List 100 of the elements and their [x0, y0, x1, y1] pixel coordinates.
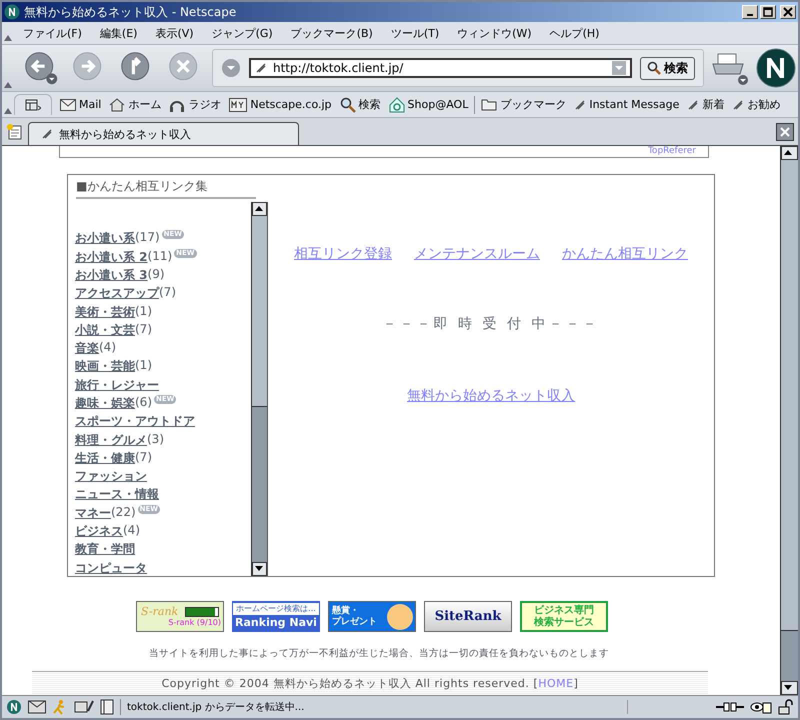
copyright-text: Copyright © 2004 無料から始めるネット収入 All rights reserved. [HOME] [162, 676, 578, 692]
menu-item[interactable]: ジャンプ(G) [202, 26, 282, 40]
category-link[interactable]: ビジネス [75, 523, 123, 540]
bookmark-link[interactable]: Mail [56, 98, 106, 111]
status-text: toktok.client.jp からデータを転送中... [127, 700, 628, 714]
bookmark-link[interactable]: 新着 [683, 97, 728, 112]
banner[interactable]: SiteRank [424, 601, 512, 632]
menu-item[interactable]: ツール(T) [382, 26, 448, 40]
bookmark-link[interactable]: ホーム [105, 97, 166, 112]
menu-item[interactable]: 編集(E) [90, 26, 146, 40]
browser-tab[interactable]: 無料から始めるネット収入 [28, 122, 299, 145]
address-field[interactable]: http://toktok.client.jp/ [249, 58, 632, 78]
category-link[interactable]: ファッション [75, 468, 147, 486]
netscape-logo-icon[interactable] [756, 48, 796, 88]
page-scrollbar[interactable] [780, 146, 798, 695]
collapse-grip-icon[interactable] [4, 108, 12, 114]
back-arrow-icon [23, 50, 59, 86]
close-button[interactable] [780, 5, 796, 19]
category-count: (9) [148, 266, 165, 281]
menu-item[interactable]: ブックマーク(B) [282, 26, 382, 40]
category-link[interactable]: スポーツ・アウトドア [75, 413, 195, 430]
category-link[interactable]: 教育・学問 [75, 541, 135, 558]
collapse-grip-icon[interactable] [4, 35, 12, 41]
new-tab-icon[interactable] [6, 122, 24, 140]
category-count: (7) [135, 450, 152, 464]
category-link[interactable]: お小遣い系 3 [75, 266, 148, 284]
category-count: (11) [148, 248, 172, 263]
my-badge-icon [229, 98, 248, 112]
referrer-link[interactable]: TopReferer [648, 146, 696, 158]
home-link[interactable]: HOME [538, 677, 574, 690]
banner[interactable]: ホームページ検索は... Ranking Navi [232, 601, 320, 632]
text-link[interactable]: 相互リンク登録 [294, 245, 392, 264]
site-link[interactable]: 無料から始めるネット収入 [407, 387, 575, 406]
category-count: (7) [159, 285, 176, 300]
envelope-icon [60, 98, 76, 110]
category-count: (22) [111, 504, 136, 519]
unlocked-padlock-icon [778, 699, 794, 715]
category-link[interactable]: ニュース・情報 [75, 486, 159, 504]
category-link[interactable]: マネー [75, 504, 111, 522]
minimize-button[interactable] [742, 5, 758, 19]
bookmark-link[interactable]: 検索 [336, 96, 385, 112]
shop-house-icon [388, 96, 405, 112]
privacy-eye-icon[interactable] [750, 700, 772, 714]
bookmark-link[interactable]: Shop@AOL [384, 96, 472, 112]
address-book-icon[interactable] [100, 699, 114, 715]
category-link[interactable]: コンピュータ [75, 560, 147, 576]
netscape-logo-icon [4, 4, 20, 20]
bookmark-link[interactable]: お勧め [728, 97, 784, 112]
menu-item[interactable]: ファイル(F) [14, 26, 91, 40]
close-tab-button[interactable] [776, 122, 794, 140]
bookmark-link[interactable]: ラジオ [165, 97, 226, 112]
mail-icon[interactable] [28, 700, 46, 714]
category-link[interactable]: 生活・健康 [75, 450, 135, 467]
category-link[interactable]: 料理・グルメ [75, 432, 147, 449]
sidebar-toggle-button[interactable] [14, 94, 52, 115]
bookmark-link[interactable]: Netscape.co.jp [225, 98, 336, 112]
maximize-button[interactable] [760, 5, 776, 19]
frame-scrollbar[interactable] [251, 202, 267, 576]
search-button[interactable]: 検索 [640, 56, 695, 80]
category-link[interactable]: 音楽 [75, 340, 99, 358]
category-count: (4) [123, 523, 140, 538]
category-link[interactable]: 趣味・娯楽 [75, 395, 135, 412]
dropdown-icon[interactable] [221, 58, 241, 78]
menu-item[interactable]: 表示(V) [146, 26, 203, 40]
close-icon [780, 126, 790, 136]
search-icon [340, 96, 356, 112]
text-link[interactable]: かんたん相互リンク [562, 245, 688, 264]
maximize-icon [763, 7, 773, 17]
menu-item[interactable]: ヘルプ(H) [540, 26, 608, 40]
category-link[interactable]: 旅行・レジャー [75, 376, 159, 394]
menu-item[interactable]: ウィンドウ(W) [448, 26, 541, 40]
bookmark-link[interactable]: ブックマーク [477, 97, 570, 112]
category-link[interactable]: 美術・芸術 [75, 304, 135, 321]
category-count: (7) [135, 322, 152, 336]
category-link[interactable]: 小説・文芸 [75, 322, 135, 339]
text-link[interactable]: メンテナンスルーム [414, 245, 540, 264]
collapse-grip-icon[interactable] [4, 82, 12, 88]
category-count: (4) [99, 340, 116, 354]
category-link[interactable]: お小遣い系 [75, 230, 135, 248]
bookmark-link[interactable]: Instant Message [570, 98, 684, 111]
banner[interactable]: S-rank S-rank (9/10) [136, 601, 224, 632]
connection-plug-icon [716, 701, 744, 713]
composer-icon[interactable] [74, 699, 94, 715]
search-icon [647, 61, 661, 75]
category-count: (6) [135, 395, 152, 409]
notice-text: －－－即 時 受 付 中－－－ [382, 315, 600, 334]
category-count: (1) [135, 358, 152, 372]
disclaimer-text: 当サイトを利用した事によって万が一不利益が生じた場合、当方は一切の責任を負わないものとします [149, 647, 609, 660]
category-link[interactable]: アクセスアップ [75, 285, 159, 302]
category-link[interactable]: 映画・芸能 [75, 358, 135, 376]
navigator-icon[interactable] [6, 699, 22, 715]
banner[interactable]: 懸賞・ プレゼント [328, 601, 416, 632]
category-link[interactable]: お小遣い系 2 [75, 248, 148, 266]
minimize-icon [747, 14, 753, 16]
folder-icon [481, 98, 498, 111]
house-icon [109, 98, 126, 112]
sidebar-icon [25, 98, 41, 112]
close-icon [783, 7, 793, 17]
category-count: (1) [135, 304, 152, 318]
category-count: (17) [135, 230, 160, 244]
